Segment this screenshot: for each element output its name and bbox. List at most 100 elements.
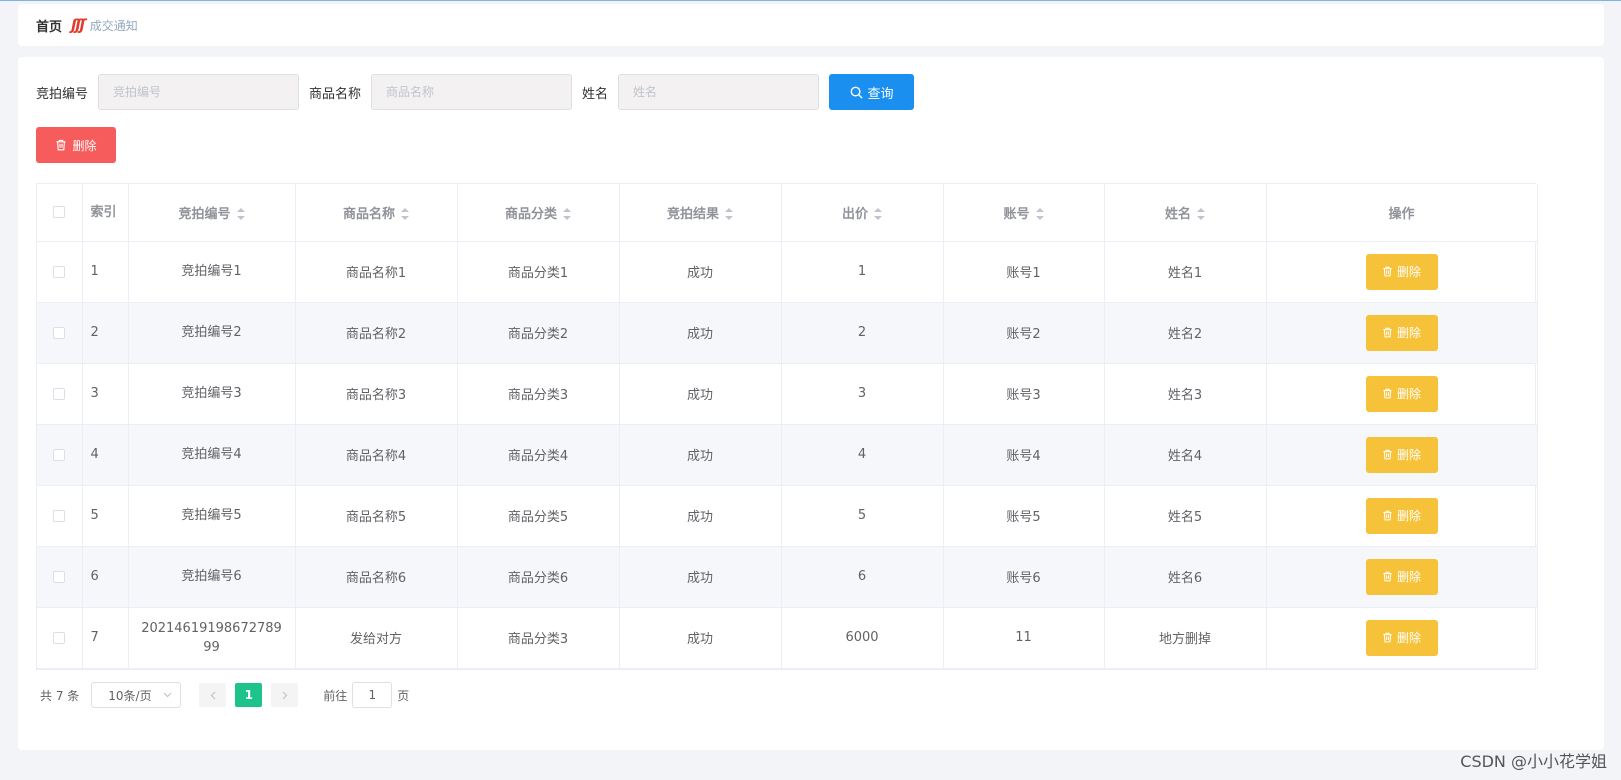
product-name-input[interactable]: [371, 74, 573, 110]
cell-index: 3: [82, 363, 129, 425]
sort-caret-icon[interactable]: [874, 208, 882, 221]
table-row: 1 竞拍编号1 商品名称1 商品分类1 成功 1 账号1 姓名1 删除: [37, 241, 1538, 303]
page-size-select[interactable]: 10条/页: [91, 682, 182, 708]
row-delete-button[interactable]: 删除: [1365, 558, 1438, 595]
goto-page-input[interactable]: [352, 682, 393, 708]
cell-product: 商品名称4: [295, 424, 458, 486]
row-delete-button[interactable]: 删除: [1365, 619, 1438, 656]
cell-price: 6: [781, 546, 944, 608]
cell-price: 2: [781, 302, 944, 364]
row-checkbox[interactable]: [53, 448, 66, 461]
cell-product: 发给对方: [295, 607, 458, 669]
sort-caret-icon[interactable]: [1197, 208, 1205, 221]
cell-auction-no: 竞拍编号4: [128, 424, 296, 486]
cell-product: 商品名称2: [295, 302, 458, 364]
col-header-price[interactable]: 出价: [781, 184, 944, 242]
chevron-right-icon: [282, 691, 288, 699]
col-header-label: 商品名称: [342, 206, 395, 222]
cell-account: 账号3: [943, 363, 1105, 425]
page-number-current[interactable]: 1: [235, 683, 263, 707]
auction-no-input[interactable]: [98, 74, 300, 110]
prev-page-button[interactable]: [199, 683, 227, 707]
sort-caret-icon[interactable]: [1035, 208, 1044, 221]
sort-caret-icon[interactable]: [401, 208, 409, 221]
sort-caret-icon[interactable]: [563, 208, 571, 221]
table-row: 2 竞拍编号2 商品名称2 商品分类2 成功 2 账号2 姓名2 删除: [37, 302, 1538, 364]
cell-result: 成功: [619, 363, 782, 425]
cell-category: 商品分类2: [457, 302, 620, 364]
search-icon: [850, 86, 862, 98]
product-name-label: 商品名称: [309, 86, 362, 102]
cell-actions: 删除: [1266, 424, 1538, 486]
col-header-index: 索引: [82, 184, 129, 242]
table-row: 6 竞拍编号6 商品名称6 商品分类6 成功 6 账号6 姓名6 删除: [37, 546, 1538, 608]
select-all-checkbox[interactable]: [53, 206, 66, 219]
col-header-account[interactable]: 账号: [943, 184, 1105, 242]
col-header-name[interactable]: 姓名: [1104, 184, 1267, 242]
cell-name: 姓名3: [1104, 363, 1267, 425]
cell-account: 账号1: [943, 241, 1105, 303]
cell-price: 3: [781, 363, 944, 425]
goto-suffix: 页: [397, 688, 410, 703]
cell-auction-no-text: 竞拍编号4: [181, 447, 242, 462]
results-table: 索引 竞拍编号 商品名称 商品分类 竞拍结果 出价 账号 姓名 操作 1 竞拍编号…: [36, 183, 1538, 670]
row-checkbox-cell: [37, 485, 83, 547]
breadcrumb-home[interactable]: 首页: [36, 16, 62, 35]
next-page-button[interactable]: [271, 683, 299, 707]
cell-name: 姓名5: [1104, 485, 1267, 547]
page-size-value: 10条/页: [108, 688, 152, 703]
row-delete-button[interactable]: 删除: [1365, 375, 1438, 412]
cell-auction-no-text: 2021461919867278999: [141, 620, 282, 655]
search-bar: 竞拍编号 商品名称 姓名 查询: [36, 74, 915, 110]
row-delete-button[interactable]: 删除: [1365, 314, 1438, 351]
cell-auction-no: 竞拍编号2: [128, 302, 296, 364]
name-input[interactable]: [618, 74, 820, 110]
table-row: 5 竞拍编号5 商品名称5 商品分类5 成功 5 账号5 姓名5 删除: [37, 485, 1538, 547]
cell-actions: 删除: [1266, 363, 1538, 425]
cell-category: 商品分类1: [457, 241, 620, 303]
cell-index: 4: [82, 424, 129, 486]
col-header-label: 竞拍结果: [666, 206, 719, 222]
row-checkbox[interactable]: [53, 570, 66, 583]
sort-caret-icon[interactable]: [725, 208, 733, 221]
col-header-product[interactable]: 商品名称: [295, 184, 458, 242]
cell-result: 成功: [619, 302, 782, 364]
name-label: 姓名: [582, 86, 609, 102]
query-button[interactable]: 查询: [829, 74, 915, 110]
row-checkbox[interactable]: [53, 631, 66, 644]
cell-auction-no-text: 竞拍编号6: [181, 569, 242, 584]
row-checkbox[interactable]: [53, 326, 66, 339]
col-header-actions: 操作: [1266, 184, 1538, 242]
row-delete-button[interactable]: 删除: [1365, 497, 1438, 534]
batch-delete-button[interactable]: 删除: [36, 127, 116, 163]
col-header-category[interactable]: 商品分类: [457, 184, 620, 242]
table-header: 索引 竞拍编号 商品名称 商品分类 竞拍结果 出价 账号 姓名 操作: [37, 184, 1538, 242]
row-checkbox[interactable]: [53, 387, 66, 400]
watermark: CSDN @小小花学姐: [1460, 752, 1607, 771]
auction-no-label: 竞拍编号: [36, 86, 89, 102]
trash-icon: [1383, 388, 1392, 399]
row-checkbox[interactable]: [53, 265, 66, 278]
row-delete-label: 删除: [1396, 631, 1421, 645]
cell-price: 1: [781, 241, 944, 303]
cell-category: 商品分类5: [457, 485, 620, 547]
cell-category: 商品分类3: [457, 363, 620, 425]
cell-price: 4: [781, 424, 944, 486]
row-delete-button[interactable]: 删除: [1365, 436, 1438, 473]
sort-caret-icon[interactable]: [236, 208, 245, 221]
cell-index: 7: [82, 607, 129, 669]
cell-index: 6: [82, 546, 129, 608]
col-header-result[interactable]: 竞拍结果: [619, 184, 782, 242]
col-header-auction-no[interactable]: 竞拍编号: [128, 184, 296, 242]
row-delete-button[interactable]: 删除: [1365, 253, 1438, 290]
breadcrumb-separator-icon: ʃʃʃ: [71, 16, 86, 34]
cell-price: 6000: [781, 607, 944, 669]
trash-icon: [1383, 632, 1392, 643]
trash-icon: [1383, 327, 1392, 338]
cell-auction-no: 2021461919867278999: [128, 607, 296, 669]
pagination: 共 7 条 10条/页 1 前往 页: [40, 682, 409, 708]
row-checkbox[interactable]: [53, 509, 66, 522]
cell-result: 成功: [619, 607, 782, 669]
col-header-label: 出价: [841, 206, 868, 222]
cell-actions: 删除: [1266, 241, 1538, 303]
